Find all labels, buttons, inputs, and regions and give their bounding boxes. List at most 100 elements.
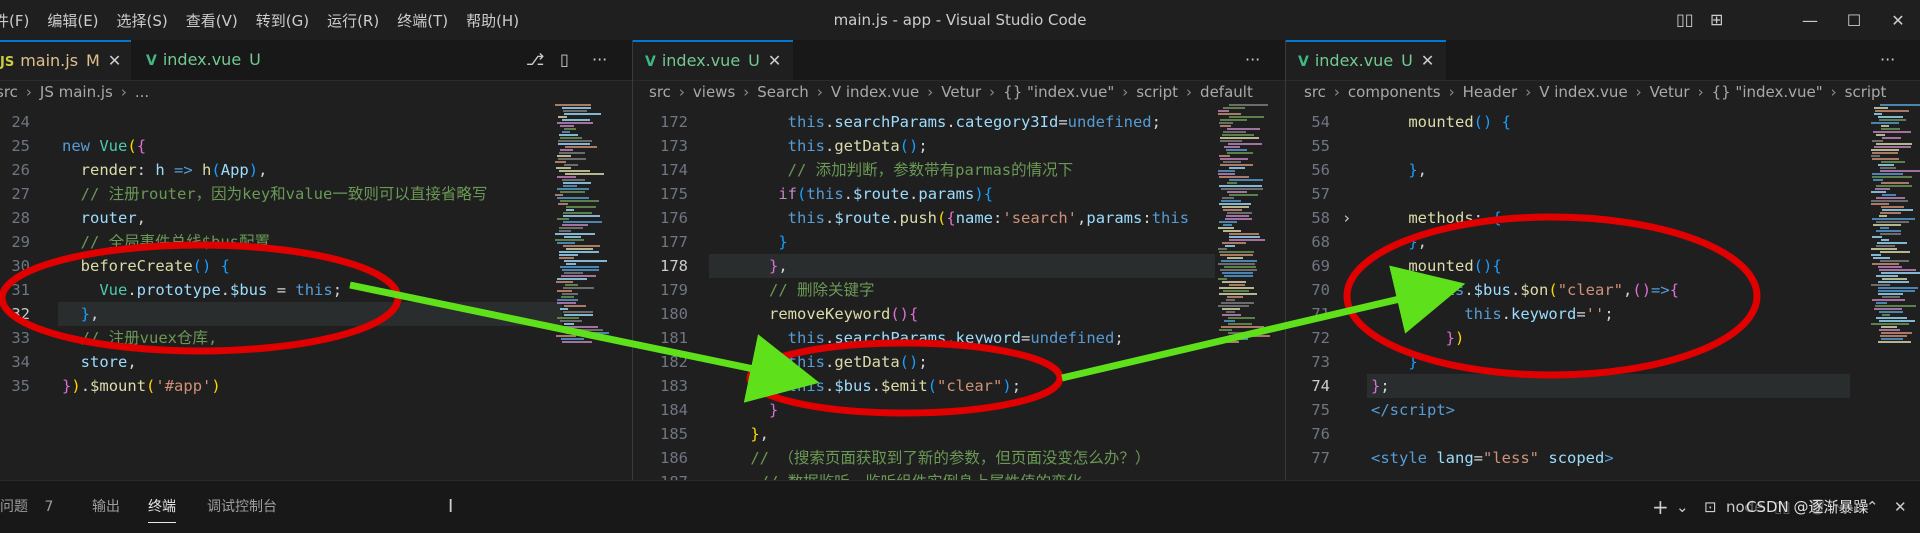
code-line[interactable]: 57 [1286, 182, 1920, 206]
breadcrumb-item[interactable]: V index.vue [1539, 83, 1627, 101]
more-actions-icon[interactable]: ··· [1245, 40, 1260, 80]
breadcrumb-item[interactable]: default [1200, 83, 1253, 101]
code-line[interactable]: 185 }, [633, 422, 1285, 446]
code-editor[interactable]: 24 25 new Vue({26 render: h => h(App), 27 /… [0, 104, 632, 480]
tab-output[interactable]: 输出 [92, 481, 120, 533]
code-line[interactable]: 178 }, [633, 254, 1285, 278]
code-line[interactable]: 179 // 删除关键字 [633, 278, 1285, 302]
tab-terminal[interactable]: 终端 [148, 481, 176, 533]
breadcrumb-item[interactable]: Vetur [1650, 83, 1690, 101]
code-line[interactable]: 69 mounted(){ [1286, 254, 1920, 278]
code-line[interactable]: 176 this.$route.push({name:'search',para… [633, 206, 1285, 230]
close-tab-icon[interactable]: ✕ [768, 51, 781, 70]
code-line[interactable]: 32 }, [0, 302, 632, 326]
code-line[interactable]: 33 // 注册vuex仓库, [0, 326, 632, 350]
minimap-line [564, 305, 586, 307]
code-line[interactable]: 28 router, [0, 206, 632, 230]
close-tab-icon[interactable]: ✕ [1421, 51, 1434, 70]
code-line[interactable]: 54 mounted() { [1286, 110, 1920, 134]
split-editor-icon[interactable]: ▯ [560, 40, 569, 80]
breadcrumb-item[interactable]: {} "index.vue" [1003, 83, 1114, 101]
chevron-down-icon[interactable]: ⌄ [1676, 481, 1689, 533]
code-line[interactable]: 76 [1286, 422, 1920, 446]
code-line[interactable]: 73 } [1286, 350, 1920, 374]
fold-chevron-icon[interactable]: › [1342, 206, 1351, 230]
close-panel-icon[interactable]: ✕ [1894, 481, 1907, 533]
code-line[interactable]: 30 beforeCreate() { [0, 254, 632, 278]
code-line[interactable]: 56 }, [1286, 158, 1920, 182]
code-editor[interactable]: 172 this.searchParams.category3Id=undefi… [633, 104, 1285, 480]
code-line[interactable]: 29 // 全局事件总线$bus配置 [0, 230, 632, 254]
code-line[interactable]: 68 }, [1286, 230, 1920, 254]
vue-file-icon: V [146, 53, 157, 69]
code-line[interactable]: 34 store, [0, 350, 632, 374]
breadcrumb-item[interactable]: src [1304, 83, 1326, 101]
code-line[interactable]: 71 this.keyword=''; [1286, 302, 1920, 326]
code-line[interactable]: 72 }) [1286, 326, 1920, 350]
minimap-line [1224, 146, 1240, 148]
breadcrumb-item[interactable]: script [1845, 83, 1887, 101]
code-line[interactable]: 74}; [1286, 374, 1920, 398]
breadcrumb-item[interactable]: script [1136, 83, 1178, 101]
breadcrumb-item[interactable]: src [649, 83, 671, 101]
code-line[interactable]: 184 } [633, 398, 1285, 422]
minimap[interactable] [1218, 104, 1278, 480]
close-tab-icon[interactable]: ✕ [108, 51, 121, 70]
code-line[interactable]: 186 // （搜索页面获取到了新的参数，但页面没变怎么办？） [633, 446, 1285, 470]
code-line[interactable]: 182 this.getData(); [633, 350, 1285, 374]
tab-problems[interactable]: 问题 7 [0, 481, 53, 533]
breadcrumb-item[interactable]: JS main.js [40, 83, 113, 101]
code-line[interactable]: 172 this.searchParams.category3Id=undefi… [633, 110, 1285, 134]
minimap-line [1219, 251, 1254, 253]
tab-main-js[interactable]: JS main.js M ✕ [0, 40, 132, 80]
code-line[interactable]: 70 this.$bus.$on("clear",()=>{ [1286, 278, 1920, 302]
source-control-icon[interactable]: ⎇ [526, 40, 544, 80]
code-line[interactable]: 27 // 注册router，因为key和value一致则可以直接省略写 [0, 182, 632, 206]
minimap-line [1223, 107, 1245, 109]
code-editor[interactable]: 54 mounted() {55 56 }, 57 58 › methods: {···… [1286, 104, 1920, 480]
code-line[interactable]: 173 this.getData(); [633, 134, 1285, 158]
breadcrumb-item[interactable]: components [1348, 83, 1441, 101]
code-line[interactable]: 26 render: h => h(App), [0, 158, 632, 182]
breadcrumb-item[interactable]: views [693, 83, 735, 101]
code-line[interactable]: 180 removeKeyword(){ [633, 302, 1285, 326]
code-line[interactable]: 35}).$mount('#app') [0, 374, 632, 398]
code-line[interactable]: 183 this.$bus.$emit("clear"); [633, 374, 1285, 398]
more-actions-icon[interactable]: ··· [592, 40, 607, 80]
code-line[interactable]: 58 › methods: {··· [1286, 206, 1920, 230]
more-actions-icon[interactable]: ··· [1880, 40, 1895, 80]
breadcrumb-item[interactable]: Header [1463, 83, 1518, 101]
code-line[interactable]: 174 // 添加判断，参数带有parmas的情况下 [633, 158, 1285, 182]
tab-index-vue[interactable]: Vindex.vue U ✕ [1286, 40, 1447, 80]
code-line[interactable]: 25 new Vue({ [0, 134, 632, 158]
code-line[interactable]: 24 [0, 110, 632, 134]
breadcrumb-item[interactable]: {} "index.vue" [1712, 83, 1823, 101]
close-window-button[interactable]: ✕ [1876, 11, 1920, 30]
breadcrumb-item[interactable]: V index.vue [831, 83, 919, 101]
minimap-line [1229, 104, 1268, 106]
new-terminal-icon[interactable]: + [1652, 481, 1669, 533]
minimap[interactable] [555, 104, 615, 480]
minimap[interactable] [1871, 104, 1920, 480]
code-line[interactable]: 77 <style lang="less" scoped> [1286, 446, 1920, 470]
tab-index-vue[interactable]: Vindex.vue U ✕ [633, 40, 794, 80]
maximize-button[interactable]: ☐ [1832, 11, 1876, 30]
customize-layout-icon[interactable]: ⊞ [1710, 0, 1723, 40]
code-text: // 数据监听，监听组件实例身上属性值的变化 [713, 470, 1083, 480]
code-line[interactable]: 175 if(this.$route.params){ [633, 182, 1285, 206]
toggle-sidebar-icon[interactable]: ▯▯ [1676, 0, 1694, 40]
breadcrumb-item[interactable]: Vetur [941, 83, 981, 101]
tab-index-vue[interactable]: Vindex.vue U [134, 40, 273, 80]
minimize-button[interactable]: — [1788, 11, 1832, 30]
code-line[interactable]: 177 } [633, 230, 1285, 254]
breadcrumb-item[interactable]: ... [135, 83, 149, 101]
code-line[interactable]: 55 [1286, 134, 1920, 158]
breadcrumb-item[interactable]: Search [757, 83, 809, 101]
breadcrumb-item[interactable]: src [0, 83, 18, 101]
code-line[interactable]: 187 // 数据监听，监听组件实例身上属性值的变化 [633, 470, 1285, 480]
tab-debug-console[interactable]: 调试控制台 [207, 481, 277, 533]
code-line[interactable]: 181 this.searchParams.keyword=undefined; [633, 326, 1285, 350]
minimap-line [1879, 269, 1916, 271]
code-line[interactable]: 75 </script> [1286, 398, 1920, 422]
code-line[interactable]: 31 Vue.prototype.$bus = this; [0, 278, 632, 302]
